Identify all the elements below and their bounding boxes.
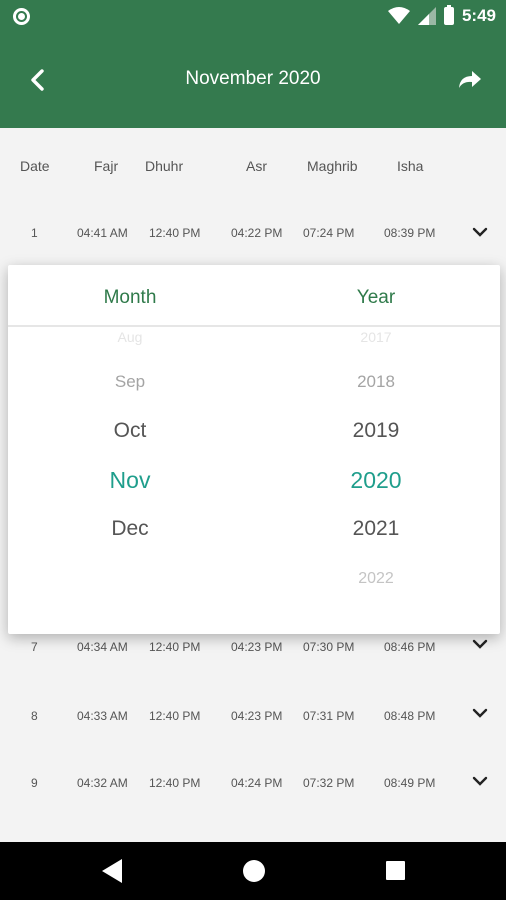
picker-header: Month Year	[8, 265, 500, 327]
chevron-down-icon[interactable]	[470, 706, 490, 720]
month-year-picker-dialog: Month Year Aug Sep Oct Nov Dec 2017 2018…	[8, 265, 500, 634]
recents-square-icon[interactable]	[386, 861, 405, 880]
table-row[interactable]: 9 04:32 AM 12:40 PM 04:24 PM 07:32 PM 08…	[0, 750, 506, 818]
year-option[interactable]: 2019	[266, 419, 486, 443]
date-cell: 7	[31, 640, 38, 654]
year-option-selected[interactable]: 2020	[266, 467, 486, 494]
table-row[interactable]: 1 04:41 AM 12:40 PM 04:22 PM 07:24 PM 08…	[0, 198, 506, 266]
fajr-cell: 04:41 AM	[77, 226, 128, 240]
fajr-cell: 04:33 AM	[77, 709, 128, 723]
month-option[interactable]: Sep	[20, 372, 240, 392]
isha-cell: 08:46 PM	[384, 640, 436, 654]
fajr-cell: 04:34 AM	[77, 640, 128, 654]
header-dhuhr: Dhuhr	[145, 158, 184, 174]
maghrib-cell: 07:24 PM	[303, 226, 355, 240]
isha-cell: 08:39 PM	[384, 226, 436, 240]
isha-cell: 08:48 PM	[384, 709, 436, 723]
month-column-title: Month	[103, 287, 157, 308]
year-wheel[interactable]: 2017 2018 2019 2020 2021 2022	[266, 327, 486, 634]
system-nav-bar	[0, 842, 506, 900]
month-option[interactable]: Dec	[20, 517, 240, 541]
asr-cell: 04:23 PM	[231, 709, 283, 723]
table-row[interactable]: 8 04:33 AM 12:40 PM 04:23 PM 07:31 PM 08…	[0, 681, 506, 749]
year-option[interactable]: 2018	[266, 372, 486, 392]
table-header: Date Fajr Dhuhr Asr Maghrib Isha	[0, 128, 506, 204]
isha-cell: 08:49 PM	[384, 776, 436, 790]
app-bar: November 2020	[0, 32, 506, 128]
asr-cell: 04:24 PM	[231, 776, 283, 790]
dhuhr-cell: 12:40 PM	[149, 776, 201, 790]
month-option[interactable]: Aug	[20, 329, 240, 345]
page-title: November 2020	[185, 68, 321, 89]
share-arrow-icon	[459, 71, 481, 88]
battery-icon	[443, 5, 454, 25]
maghrib-cell: 07:30 PM	[303, 640, 355, 654]
status-time: 5:49	[461, 6, 496, 25]
chevron-down-icon[interactable]	[470, 225, 490, 239]
dhuhr-cell: 12:40 PM	[149, 226, 201, 240]
maghrib-cell: 07:31 PM	[303, 709, 355, 723]
fajr-cell: 04:32 AM	[77, 776, 128, 790]
year-option[interactable]: 2017	[266, 329, 486, 345]
chevron-down-icon[interactable]	[470, 774, 490, 788]
month-wheel[interactable]: Aug Sep Oct Nov Dec	[20, 327, 240, 634]
year-option[interactable]: 2021	[266, 517, 486, 541]
asr-cell: 04:23 PM	[231, 640, 283, 654]
year-column-title: Year	[356, 287, 396, 308]
signal-icon	[417, 7, 436, 25]
header-fajr: Fajr	[94, 158, 119, 174]
header-maghrib: Maghrib	[307, 158, 358, 174]
chevron-down-icon[interactable]	[470, 637, 490, 651]
share-button[interactable]	[452, 62, 488, 98]
home-circle-icon[interactable]	[243, 860, 265, 882]
dhuhr-cell: 12:40 PM	[149, 709, 201, 723]
status-icons: 5:49	[387, 5, 496, 27]
header-asr: Asr	[246, 158, 267, 174]
header-date: Date	[20, 158, 50, 174]
year-option[interactable]: 2022	[266, 570, 486, 588]
maghrib-cell: 07:32 PM	[303, 776, 355, 790]
dhuhr-cell: 12:40 PM	[149, 640, 201, 654]
asr-cell: 04:22 PM	[231, 226, 283, 240]
status-bar: 5:49	[0, 0, 506, 32]
back-triangle-icon[interactable]	[100, 858, 124, 884]
month-option-selected[interactable]: Nov	[20, 467, 240, 494]
month-option[interactable]: Oct	[20, 419, 240, 443]
header-isha: Isha	[397, 158, 424, 174]
date-cell: 9	[31, 776, 38, 790]
date-cell: 1	[31, 226, 38, 240]
wifi-icon	[387, 7, 410, 24]
record-icon	[13, 8, 30, 25]
date-cell: 8	[31, 709, 38, 723]
